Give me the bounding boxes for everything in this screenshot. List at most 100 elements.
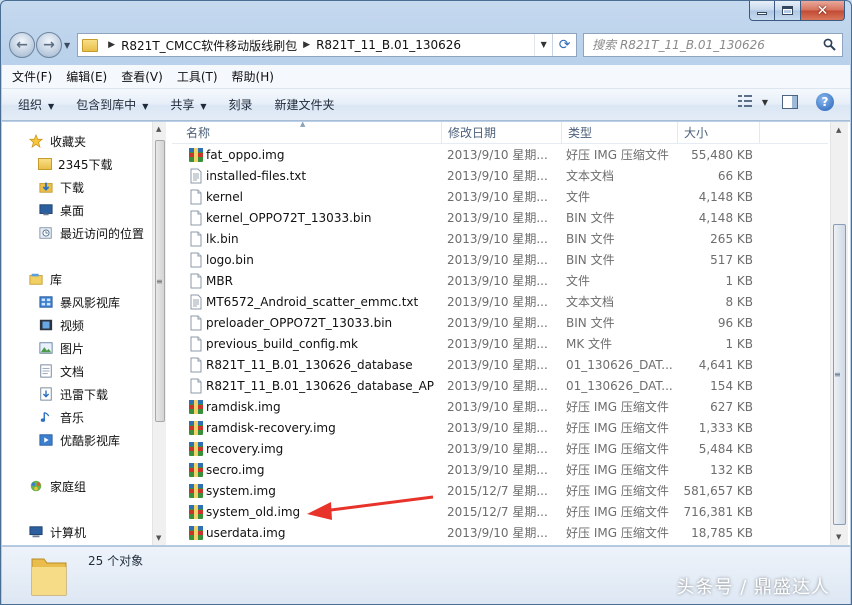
file-row[interactable]: system_old.img 2015/12/7 星期... 好压 IMG 压缩文件… — [172, 502, 828, 523]
file-row[interactable]: installed-files.txt 2013/9/10 星期... 文本文档 66… — [172, 166, 828, 187]
file-name: MT6572_Android_scatter_emmc.txt — [206, 295, 419, 309]
minimize-button[interactable] — [749, 1, 775, 21]
maximize-button[interactable] — [775, 1, 801, 21]
file-row[interactable]: preloader_OPPO72T_13033.bin 2013/9/10 星期.… — [172, 313, 828, 334]
scroll-grip-icon: ≡ — [156, 277, 163, 286]
back-button[interactable]: ← — [9, 32, 35, 58]
file-type: MK 文件 — [566, 337, 613, 351]
refresh-button[interactable]: ⟳ — [552, 34, 576, 56]
address-bar[interactable]: ▶ R821T_CMCC软件移动版线刷包 ▶ R821T_11_B.01_130… — [77, 33, 578, 57]
file-row[interactable]: ramdisk-recovery.img 2013/9/10 星期... 好压 IM… — [172, 418, 828, 439]
new-folder-button[interactable]: 新建文件夹 — [275, 96, 335, 113]
nav-item-label: 图片 — [60, 341, 85, 356]
menu-file[interactable]: 文件(F) — [12, 68, 52, 85]
file-row[interactable]: fat_oppo.img 2013/9/10 星期... 好压 IMG 压缩文件 55… — [172, 145, 828, 166]
share-button[interactable]: 共享 ▼ — [170, 96, 206, 113]
nav-item-pictures[interactable]: 图片 — [38, 337, 84, 359]
column-header: ▲ 名称 修改日期 类型 大小 — [172, 122, 828, 144]
library-icon — [29, 273, 43, 285]
file-row[interactable]: recovery.img 2013/9/10 星期... 好压 IMG 压缩文件 5,… — [172, 439, 828, 460]
address-history-dropdown[interactable]: ▼ — [534, 34, 552, 56]
file-row[interactable]: lk.bin 2013/9/10 星期... BIN 文件 265 KB — [172, 229, 828, 250]
picture-icon — [39, 342, 53, 354]
minimize-icon — [757, 12, 767, 15]
menu-view[interactable]: 查看(V) — [121, 68, 163, 85]
nav-item-desktop[interactable]: 桌面 — [38, 199, 84, 221]
burn-button[interactable]: 刻录 — [229, 96, 253, 113]
include-in-library-label: 包含到库中 — [76, 98, 137, 112]
breadcrumb-separator-icon[interactable]: ▶ — [303, 40, 310, 50]
document-icon — [40, 364, 52, 378]
file-row[interactable]: ramdisk.img 2013/9/10 星期... 好压 IMG 压缩文件 627… — [172, 397, 828, 418]
recent-pages-dropdown[interactable]: ▼ — [64, 41, 70, 50]
help-icon[interactable]: ? — [816, 93, 834, 111]
breadcrumb-item[interactable]: R821T_CMCC软件移动版线刷包 — [121, 37, 297, 54]
file-row[interactable]: userdata.img 2013/9/10 星期... 好压 IMG 压缩文件 18… — [172, 523, 828, 544]
file-row[interactable]: kernel_OPPO72T_13033.bin 2013/9/10 星期... B… — [172, 208, 828, 229]
breadcrumb-separator-icon[interactable]: ▶ — [108, 40, 115, 50]
search-box[interactable] — [583, 33, 843, 57]
file-name: kernel — [206, 190, 243, 204]
forward-button[interactable]: → — [36, 32, 62, 58]
scroll-down-icon[interactable]: ▼ — [836, 533, 841, 541]
search-input[interactable] — [592, 38, 793, 52]
command-bar: 组织 ▼ 包含到库中 ▼ 共享 ▼ 刻录 新建文件夹 ▼ ? — [2, 89, 850, 121]
file-row[interactable]: system.img 2015/12/7 星期... 好压 IMG 压缩文件 581,… — [172, 481, 828, 502]
file-type: 好压 IMG 压缩文件 — [566, 442, 669, 456]
menu-help[interactable]: 帮助(H) — [232, 68, 274, 85]
file-type: 好压 IMG 压缩文件 — [566, 421, 669, 435]
scroll-up-icon[interactable]: ▲ — [836, 126, 841, 134]
file-row[interactable]: logo.bin 2013/9/10 星期... BIN 文件 517 KB — [172, 250, 828, 271]
file-size: 4,641 KB — [698, 358, 753, 372]
downloads-folder-icon — [39, 182, 53, 193]
column-type[interactable]: 类型 — [562, 122, 678, 144]
close-button[interactable]: ✕ — [801, 1, 845, 21]
column-date[interactable]: 修改日期 — [442, 122, 562, 144]
view-options-dropdown-icon[interactable]: ▼ — [762, 98, 768, 107]
menu-edit[interactable]: 编辑(E) — [66, 68, 107, 85]
breadcrumb-item[interactable]: R821T_11_B.01_130626 — [316, 38, 461, 52]
navpane-scrollbar[interactable]: ▲ ≡ ▼ — [152, 122, 166, 545]
preview-pane-icon[interactable] — [782, 95, 798, 109]
view-controls: ▼ ? — [737, 93, 834, 111]
column-name[interactable]: 名称 — [180, 122, 442, 144]
nav-item-youku-library[interactable]: 优酷影视库 — [38, 429, 120, 451]
file-size: 265 KB — [710, 232, 753, 246]
nav-libraries[interactable]: 库 — [28, 268, 62, 290]
navigation-pane: 收藏夹 2345下载 下载 桌面 最近访问的位置 库 暴风影视库 视频 图片 文… — [2, 122, 152, 545]
view-options-icon[interactable] — [737, 95, 756, 109]
nav-item-xunlei-downloads[interactable]: 迅雷下载 — [38, 383, 108, 405]
file-row[interactable]: MBR 2013/9/10 星期... 文件 1 KB — [172, 271, 828, 292]
file-row[interactable]: MT6572_Android_scatter_emmc.txt 2013/9/10… — [172, 292, 828, 313]
include-in-library-button[interactable]: 包含到库中 ▼ — [76, 96, 148, 113]
nav-computer[interactable]: 计算机 — [28, 521, 86, 543]
nav-homegroup[interactable]: 家庭组 — [28, 475, 86, 497]
nav-item-videos[interactable]: 视频 — [38, 314, 84, 336]
file-type: 好压 IMG 压缩文件 — [566, 400, 669, 414]
nav-item-downloads[interactable]: 下载 — [38, 176, 84, 198]
file-row[interactable]: previous_build_config.mk 2013/9/10 星期... M… — [172, 334, 828, 355]
nav-favorites[interactable]: 收藏夹 — [28, 130, 86, 152]
nav-item-label: 桌面 — [60, 203, 85, 218]
nav-item-2345-downloads[interactable]: 2345下载 — [38, 153, 113, 175]
search-icon[interactable] — [823, 38, 836, 51]
nav-item-baofeng-library[interactable]: 暴风影视库 — [38, 291, 120, 313]
file-type: 好压 IMG 压缩文件 — [566, 526, 669, 540]
nav-item-music[interactable]: 音乐 — [38, 406, 84, 428]
scroll-down-icon[interactable]: ▼ — [156, 534, 161, 542]
nav-item-documents[interactable]: 文档 — [38, 360, 84, 382]
organize-button[interactable]: 组织 ▼ — [18, 96, 54, 113]
nav-item-label: 视频 — [60, 318, 85, 333]
column-size[interactable]: 大小 — [678, 122, 760, 144]
file-row[interactable]: secro.img 2013/9/10 星期... 好压 IMG 压缩文件 132 K… — [172, 460, 828, 481]
nav-item-recent-places[interactable]: 最近访问的位置 — [38, 222, 144, 244]
file-size: 581,657 KB — [683, 484, 753, 498]
folder-icon — [38, 158, 52, 170]
file-row[interactable]: R821T_11_B.01_130626_database 2013/9/10 星… — [172, 355, 828, 376]
scroll-up-icon[interactable]: ▲ — [156, 125, 161, 133]
file-list-scrollbar[interactable]: ▲ ≡ ▼ — [830, 122, 848, 545]
file-row[interactable]: kernel 2013/9/10 星期... 文件 4,148 KB — [172, 187, 828, 208]
menu-tools[interactable]: 工具(T) — [177, 68, 218, 85]
nav-favorites-label: 收藏夹 — [50, 134, 87, 149]
file-row[interactable]: R821T_11_B.01_130626_database_AP 2013/9/1… — [172, 376, 828, 397]
